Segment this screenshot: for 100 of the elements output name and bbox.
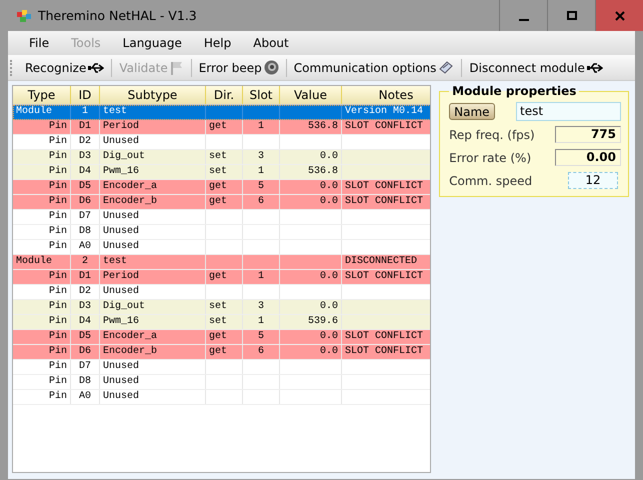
table-cell: 6: [258, 196, 264, 207]
table-cell: 0.0: [320, 196, 338, 207]
table-cell: D5: [78, 181, 91, 192]
table-cell: Pin: [48, 151, 67, 162]
column-header[interactable]: Subtype: [100, 86, 206, 104]
table-cell: Period: [103, 121, 140, 132]
table-cell: D4: [78, 166, 91, 177]
toolbar-button[interactable]: Error beep: [196, 60, 281, 75]
table-cell: Pin: [48, 331, 67, 342]
field-label: Rep freq. (fps): [449, 128, 535, 142]
column-header[interactable]: Type: [13, 86, 70, 104]
value-field[interactable]: 12: [568, 172, 618, 189]
table-cell: D2: [78, 136, 91, 147]
table-cell: 539.6: [308, 316, 338, 327]
name-button[interactable]: Name: [449, 103, 495, 120]
table-cell: 3: [258, 151, 264, 162]
minimize-icon: [518, 18, 528, 20]
table-cell: Pin: [48, 316, 67, 327]
toolbar-button[interactable]: Recognize: [23, 60, 106, 74]
table-cell: D1: [78, 271, 91, 282]
table-cell: Encoder_b: [103, 346, 158, 357]
close-icon: [614, 10, 624, 20]
column-header[interactable]: ID: [70, 86, 100, 104]
name-field[interactable]: test: [516, 102, 621, 121]
toolbar-button[interactable]: Communication options: [292, 60, 456, 75]
wrench-icon: [438, 60, 454, 75]
table-cell: Pin: [48, 346, 67, 357]
table-cell: 0.0: [320, 301, 338, 312]
table-cell: get: [209, 121, 228, 132]
table-cell: Pwm_16: [103, 316, 140, 327]
table-cell: 5: [258, 181, 264, 192]
close-button[interactable]: [595, 0, 643, 31]
table-cell: Pin: [48, 391, 67, 402]
table-cell: test: [103, 256, 128, 267]
table-cell: 0.0: [320, 181, 338, 192]
usb-icon: [88, 62, 104, 72]
table-cell: 6: [258, 346, 264, 357]
value-field: 775: [555, 126, 621, 143]
table-cell: 0.0: [320, 151, 338, 162]
table-cell: Unused: [103, 286, 140, 297]
table-cell: D6: [78, 346, 91, 357]
table-cell: 536.8: [308, 166, 338, 177]
column-header[interactable]: Value: [280, 86, 342, 104]
app-icon: [16, 8, 32, 22]
table-cell: DISCONNECTED: [345, 256, 418, 267]
table-cell: 1: [258, 121, 264, 132]
table-cell: Pin: [48, 196, 67, 207]
table-cell: Unused: [103, 136, 140, 147]
field-label: Error rate (%): [449, 150, 532, 164]
menu-item[interactable]: About: [242, 36, 300, 50]
table-cell: set: [209, 166, 228, 177]
maximize-icon: [566, 10, 576, 20]
table-cell: SLOT CONFLICT: [345, 346, 424, 357]
table-cell: 3: [258, 301, 264, 312]
table-cell: SLOT CONFLICT: [345, 121, 424, 132]
table-cell: test: [103, 106, 128, 117]
table-cell: D1: [78, 121, 91, 132]
table-cell: Pin: [48, 376, 67, 387]
table-cell: Encoder_a: [103, 181, 158, 192]
table-cell: D7: [78, 361, 91, 372]
table-cell: Pin: [48, 226, 67, 237]
column-header[interactable]: Slot: [242, 86, 280, 104]
table-cell: Pin: [48, 166, 67, 177]
table-cell: get: [209, 346, 228, 357]
table-cell: Pin: [48, 211, 67, 222]
table-cell: SLOT CONFLICT: [345, 271, 424, 282]
table-cell: 5: [258, 331, 264, 342]
table-cell: Encoder_a: [103, 331, 158, 342]
table-cell: Unused: [103, 376, 140, 387]
table-cell: Dig_out: [103, 151, 146, 162]
toolbar-button[interactable]: Disconnect module: [467, 60, 605, 74]
table-cell: Unused: [103, 241, 140, 252]
menu-item[interactable]: Language: [112, 36, 193, 50]
table-cell: A0: [78, 241, 91, 252]
speaker-icon: [264, 60, 279, 75]
menu-item[interactable]: File: [18, 36, 60, 50]
usb-icon: [586, 62, 603, 72]
table-cell: 1: [258, 316, 264, 327]
table-cell: get: [209, 271, 228, 282]
table-cell: SLOT CONFLICT: [345, 181, 424, 192]
table-cell: 1: [258, 271, 264, 282]
table-cell: 536.8: [308, 121, 338, 132]
table-cell: D8: [78, 376, 91, 387]
table-cell: set: [209, 151, 228, 162]
table-cell: set: [209, 316, 228, 327]
table-cell: Pin: [48, 271, 67, 282]
table-cell: Encoder_b: [103, 196, 158, 207]
menu-item[interactable]: Help: [192, 36, 242, 50]
table-cell: Pwm_16: [103, 166, 140, 177]
column-header[interactable]: Dir.: [206, 86, 242, 104]
table-cell: get: [209, 181, 228, 192]
table-cell: 0.0: [320, 331, 338, 342]
column-header[interactable]: Notes: [342, 86, 430, 104]
table-cell: D4: [78, 316, 91, 327]
table-cell: Pin: [48, 286, 67, 297]
table-cell: Unused: [103, 361, 140, 372]
window-title: Theremino NetHAL - V1.3: [38, 8, 197, 23]
table-cell: Pin: [48, 181, 67, 192]
table-cell: 1: [258, 166, 264, 177]
table-cell: Pin: [48, 361, 67, 372]
